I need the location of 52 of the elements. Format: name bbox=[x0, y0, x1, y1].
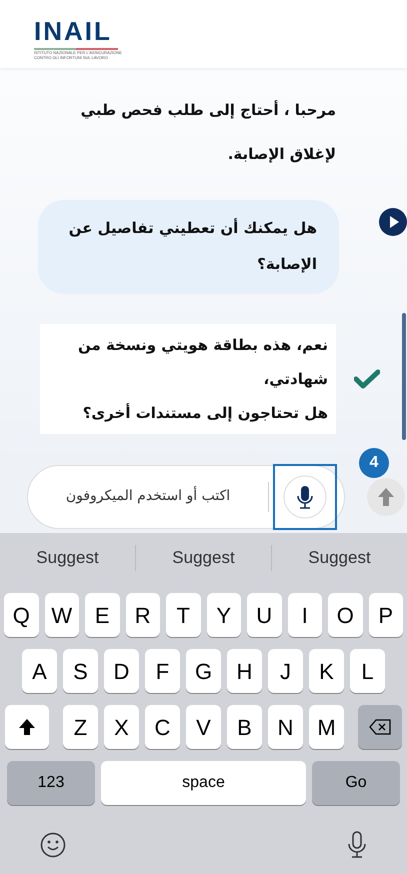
key[interactable]: F bbox=[145, 649, 180, 693]
suggestion[interactable]: Suggest bbox=[136, 545, 271, 571]
key[interactable]: V bbox=[186, 705, 221, 749]
key[interactable]: K bbox=[309, 649, 344, 693]
message-text: شهادتي، bbox=[262, 369, 328, 390]
key[interactable]: Q bbox=[4, 593, 38, 637]
emoji-icon[interactable] bbox=[40, 832, 66, 858]
message-input[interactable]: اكتب أو استخدم الميكروفون bbox=[27, 464, 345, 528]
key[interactable]: D bbox=[104, 649, 139, 693]
backspace-icon bbox=[369, 719, 391, 735]
message-text: هل تحتاجون إلى مستندات أخرى؟ bbox=[82, 402, 328, 424]
key[interactable]: Z bbox=[63, 705, 98, 749]
shift-icon bbox=[18, 718, 36, 736]
key[interactable]: W bbox=[44, 593, 79, 637]
microphone-button[interactable] bbox=[273, 464, 337, 530]
key[interactable]: U bbox=[247, 593, 282, 637]
key[interactable]: M bbox=[309, 705, 344, 749]
step-badge: 4 bbox=[359, 448, 389, 478]
key[interactable]: X bbox=[104, 705, 139, 749]
suggestion[interactable]: Suggest bbox=[0, 545, 135, 571]
send-button[interactable] bbox=[367, 478, 405, 516]
key[interactable]: I bbox=[288, 593, 322, 637]
key[interactable]: E bbox=[85, 593, 120, 637]
check-icon bbox=[354, 369, 380, 389]
key[interactable]: L bbox=[350, 649, 385, 693]
key[interactable]: 123 bbox=[7, 761, 95, 805]
suggestion[interactable]: Suggest bbox=[272, 545, 407, 571]
key[interactable]: A bbox=[22, 649, 57, 693]
input-placeholder: اكتب أو استخدم الميكروفون bbox=[64, 486, 232, 506]
message-bubble: هل يمكنك أن تعطيني تفاصيل عن الإصابة؟ bbox=[38, 200, 339, 294]
dictation-icon[interactable] bbox=[347, 831, 367, 859]
key[interactable]: T bbox=[166, 593, 200, 637]
key[interactable]: J bbox=[268, 649, 303, 693]
key[interactable]: G bbox=[186, 649, 221, 693]
play-icon[interactable] bbox=[379, 208, 407, 236]
backspace-key[interactable] bbox=[358, 705, 402, 749]
message-text: نعم، هذه بطاقة هويتي ونسخة من bbox=[76, 335, 328, 356]
key[interactable]: C bbox=[145, 705, 180, 749]
key[interactable]: N bbox=[268, 705, 303, 749]
key[interactable]: O bbox=[328, 593, 362, 637]
space-key[interactable]: space bbox=[101, 761, 306, 805]
key[interactable]: R bbox=[126, 593, 160, 637]
key[interactable]: P bbox=[368, 593, 403, 637]
key[interactable]: S bbox=[63, 649, 98, 693]
message-text: مرحبا ، أحتاج إلى طلب فحص طبي لإغلاق الإصابة. bbox=[80, 99, 336, 165]
logo-wordmark: INAIL bbox=[34, 18, 113, 44]
key[interactable]: B bbox=[227, 705, 262, 749]
key[interactable]: Y bbox=[206, 593, 241, 637]
key[interactable]: H bbox=[227, 649, 262, 693]
microphone-icon bbox=[283, 474, 327, 518]
key[interactable]: Go bbox=[312, 761, 400, 805]
shift-key[interactable] bbox=[5, 705, 49, 749]
